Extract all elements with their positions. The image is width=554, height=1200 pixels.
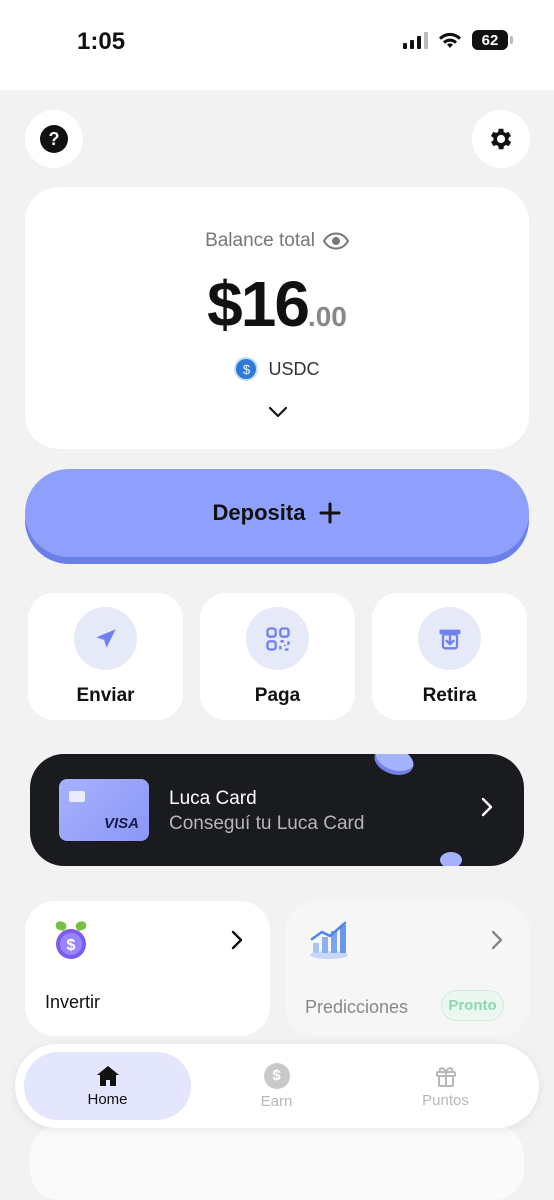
balance-label: Balance total	[205, 230, 315, 251]
coming-soon-badge: Pronto	[441, 990, 504, 1021]
send-action-label: Enviar	[76, 685, 135, 706]
balance-amount-decimals: .00	[307, 301, 347, 332]
svg-text:$: $	[67, 937, 76, 954]
withdraw-action-button[interactable]: Retira	[372, 593, 527, 720]
nav-label-puntos: Puntos	[422, 1091, 469, 1109]
invest-coin-icon: $	[55, 921, 87, 959]
status-time: 1:05	[77, 28, 126, 55]
card-chip-icon	[69, 791, 85, 802]
balance-card: Balance total $16.00 $ USDC	[25, 187, 529, 449]
pay-action-label: Paga	[254, 685, 301, 706]
luca-card-subtitle: Conseguí tu Luca Card	[169, 813, 365, 834]
chevron-right-icon	[481, 797, 493, 817]
chart-icon	[310, 921, 348, 959]
eye-icon[interactable]	[322, 232, 349, 250]
qr-code-icon	[246, 607, 309, 670]
partially-visible-card	[30, 1125, 524, 1200]
wifi-icon	[439, 32, 461, 48]
gift-icon	[435, 1066, 456, 1087]
card-brand: VISA	[103, 815, 139, 832]
withdraw-action-label: Retira	[422, 685, 477, 706]
luca-card-banner[interactable]: VISA Luca Card Conseguí tu Luca Card	[30, 754, 524, 866]
gear-icon	[490, 128, 512, 150]
nav-label-home: Home	[87, 1090, 128, 1108]
usdc-coin-icon: $	[234, 357, 259, 381]
send-action-button[interactable]: Enviar	[28, 593, 183, 720]
currency-selector[interactable]: $ USDC	[25, 357, 529, 381]
deposit-label: Deposita	[212, 500, 306, 525]
card-illustration: VISA	[59, 779, 149, 841]
nav-item-home[interactable]: Home	[24, 1052, 191, 1120]
chevron-down-icon[interactable]	[267, 405, 289, 419]
predictions-tile-label: Predicciones	[305, 997, 409, 1017]
home-icon	[96, 1065, 119, 1086]
deposit-button[interactable]: Deposita	[25, 469, 529, 557]
nav-label-earn: Earn	[260, 1092, 293, 1110]
decorative-coin	[440, 852, 462, 866]
battery-icon: 62	[472, 30, 513, 50]
balance-amount-main: $16	[207, 268, 310, 340]
predictions-tile[interactable]: Predicciones Pronto	[285, 901, 530, 1036]
settings-button[interactable]	[472, 110, 530, 168]
luca-card-title: Luca Card	[169, 788, 257, 809]
invest-tile-label: Invertir	[45, 992, 101, 1012]
decorative-coin	[370, 754, 418, 780]
send-icon	[74, 607, 137, 670]
chevron-right-icon	[491, 930, 503, 950]
nav-item-earn[interactable]: $ Earn	[193, 1052, 360, 1120]
help-icon: ?	[40, 125, 68, 153]
chevron-right-icon	[231, 930, 243, 950]
balance-label-row: Balance total	[25, 230, 529, 252]
withdraw-icon	[418, 607, 481, 670]
status-icons: 62	[403, 30, 513, 50]
nav-item-puntos[interactable]: Puntos	[362, 1052, 529, 1120]
dollar-coin-icon: $	[263, 1062, 290, 1089]
status-bar: 1:05 62	[0, 0, 554, 90]
invest-tile[interactable]: $ Invertir	[25, 901, 270, 1036]
bottom-navigation: Home $ Earn Puntos	[15, 1044, 539, 1128]
signal-icon	[403, 31, 428, 49]
plus-icon	[319, 502, 341, 524]
pay-action-button[interactable]: Paga	[200, 593, 355, 720]
currency-label: USDC	[268, 358, 320, 379]
balance-amount: $16.00	[25, 267, 529, 341]
help-button[interactable]: ?	[25, 110, 83, 168]
